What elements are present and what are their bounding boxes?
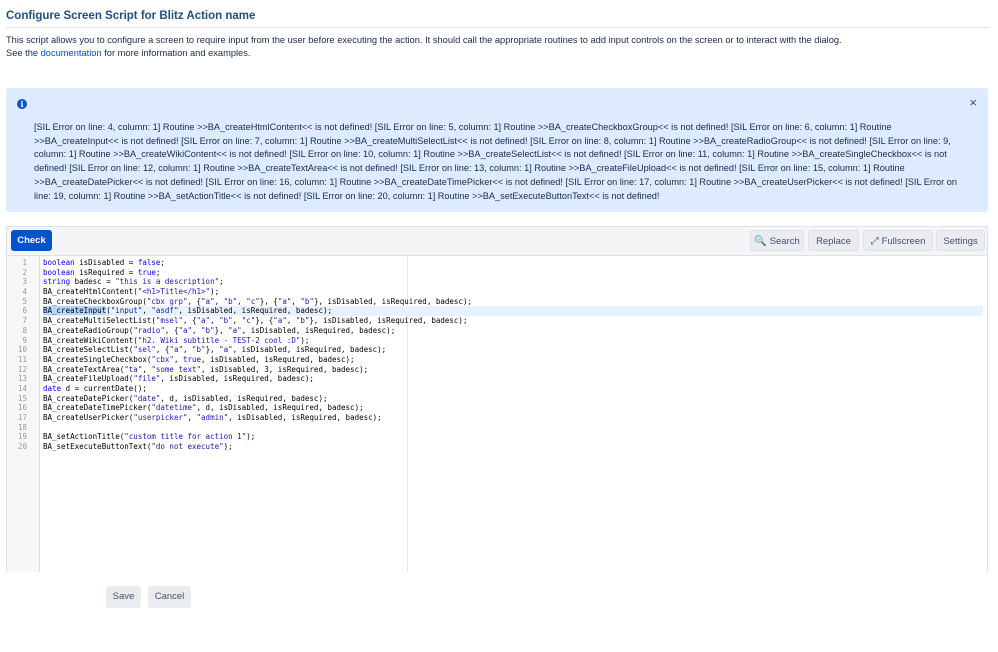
line-number: 20 [17, 442, 27, 452]
code-line[interactable]: BA_createSingleCheckbox("cbx", true, isD… [43, 355, 983, 365]
code-line[interactable]: BA_createHtmlContent("<h1>Title</h1>"); [43, 287, 983, 297]
intro-text: This script allows you to configure a sc… [6, 34, 986, 60]
code-line[interactable]: date d = currentDate(); [43, 384, 983, 394]
line-number: 2 [22, 267, 27, 277]
close-icon[interactable]: × [969, 96, 977, 109]
line-number: 15 [17, 393, 27, 403]
line-number: 12 [17, 364, 27, 374]
line-number: 18 [17, 422, 27, 432]
code-line[interactable]: BA_setActionTitle("custom title for acti… [43, 432, 983, 442]
line-number: 16 [17, 403, 27, 413]
code-line[interactable]: BA_createCheckboxGroup("cbx grp", {"a", … [43, 297, 983, 307]
code-line[interactable]: boolean isDisabled = false; [43, 258, 983, 268]
settings-button[interactable]: Settings [936, 230, 985, 251]
line-number: 17 [17, 413, 27, 422]
code-editor[interactable]: 1 2 3 4 5 6 7 8 9 10 11 12 13 14 15 16 17 18 19 20 boolean … [7, 255, 987, 572]
line-number: 6 [22, 306, 27, 316]
info-icon: i [17, 99, 27, 109]
fullscreen-label: Fullscreen [881, 236, 926, 247]
intro-line-1: This script allows you to configure a sc… [6, 35, 842, 45]
code-line[interactable]: BA_createDateTimePicker("datetime", d, i… [43, 403, 983, 413]
search-icon: 🔍 [754, 236, 767, 247]
intro-line-2: See the documentation for more informati… [6, 47, 986, 60]
line-number: 13 [17, 374, 27, 384]
code-content[interactable]: boolean isDisabled = false; boolean isReq… [43, 258, 983, 452]
code-line[interactable]: BA_createMultiSelectList("msel", {"a", "… [43, 316, 983, 326]
search-label: Search [769, 236, 800, 247]
replace-button[interactable]: Replace [808, 230, 859, 251]
line-number: 8 [22, 325, 27, 335]
code-line[interactable]: BA_createInput("input", "asdf", isDisabl… [43, 306, 983, 317]
line-number: 14 [17, 383, 27, 393]
error-message-text: [SIL Error on line: 4, column: 1] Routin… [34, 122, 957, 201]
line-number-gutter: 1 2 3 4 5 6 7 8 9 10 11 12 13 14 15 16 17 18 19 20 [7, 256, 40, 572]
fullscreen-button[interactable]: ⤢ Fullscreen [863, 230, 933, 251]
line-number: 11 [17, 354, 27, 364]
code-line[interactable]: string badesc = "this is a description"; [43, 277, 983, 287]
line-number: 10 [17, 345, 27, 355]
intro-see: See the [6, 48, 41, 58]
code-line[interactable]: BA_createUserPicker("userpicker", "admin… [43, 413, 983, 423]
line-number: 4 [22, 287, 27, 297]
page-title: Configure Screen Script for Blitz Action… [6, 10, 989, 28]
error-message-box: i × [SIL Error on line: 4, column: 1] Ro… [6, 88, 988, 212]
script-editor-panel: Check 🔍 Search Replace ⤢ Fullscreen Settin… [6, 226, 988, 572]
fullscreen-icon: ⤢ [870, 236, 879, 247]
code-line[interactable]: BA_createWikiContent("h2. Wiki subtitle … [43, 336, 983, 346]
code-line[interactable]: BA_createFileUpload("file", isDisabled, … [43, 374, 983, 384]
save-button[interactable]: Save [106, 586, 141, 608]
line-number: 5 [22, 296, 27, 306]
code-line[interactable] [43, 423, 983, 433]
line-number: 3 [22, 277, 27, 287]
code-line[interactable]: boolean isRequired = true; [43, 268, 983, 278]
code-line[interactable]: BA_createTextArea("ta", "some text", isD… [43, 365, 983, 375]
code-line[interactable]: BA_createDatePicker("date", d, isDisable… [43, 394, 983, 404]
search-button[interactable]: 🔍 Search [750, 230, 804, 251]
line-number: 9 [22, 335, 27, 345]
check-button[interactable]: Check [11, 230, 52, 251]
code-line[interactable]: BA_setExecuteButtonText("do not execute"… [43, 442, 983, 452]
cancel-button[interactable]: Cancel [148, 586, 191, 608]
code-line[interactable]: BA_createRadioGroup("radio", {"a", "b"},… [43, 326, 983, 336]
documentation-link[interactable]: documentation [41, 48, 102, 58]
line-number: 7 [22, 316, 27, 326]
editor-toolbar: Check 🔍 Search Replace ⤢ Fullscreen Settin… [7, 227, 987, 255]
code-line[interactable]: BA_createSelectList("sel", {"a", "b"}, "… [43, 345, 983, 355]
intro-rest: for more information and examples. [101, 48, 251, 58]
line-number: 19 [17, 432, 27, 442]
line-number: 1 [22, 258, 27, 267]
